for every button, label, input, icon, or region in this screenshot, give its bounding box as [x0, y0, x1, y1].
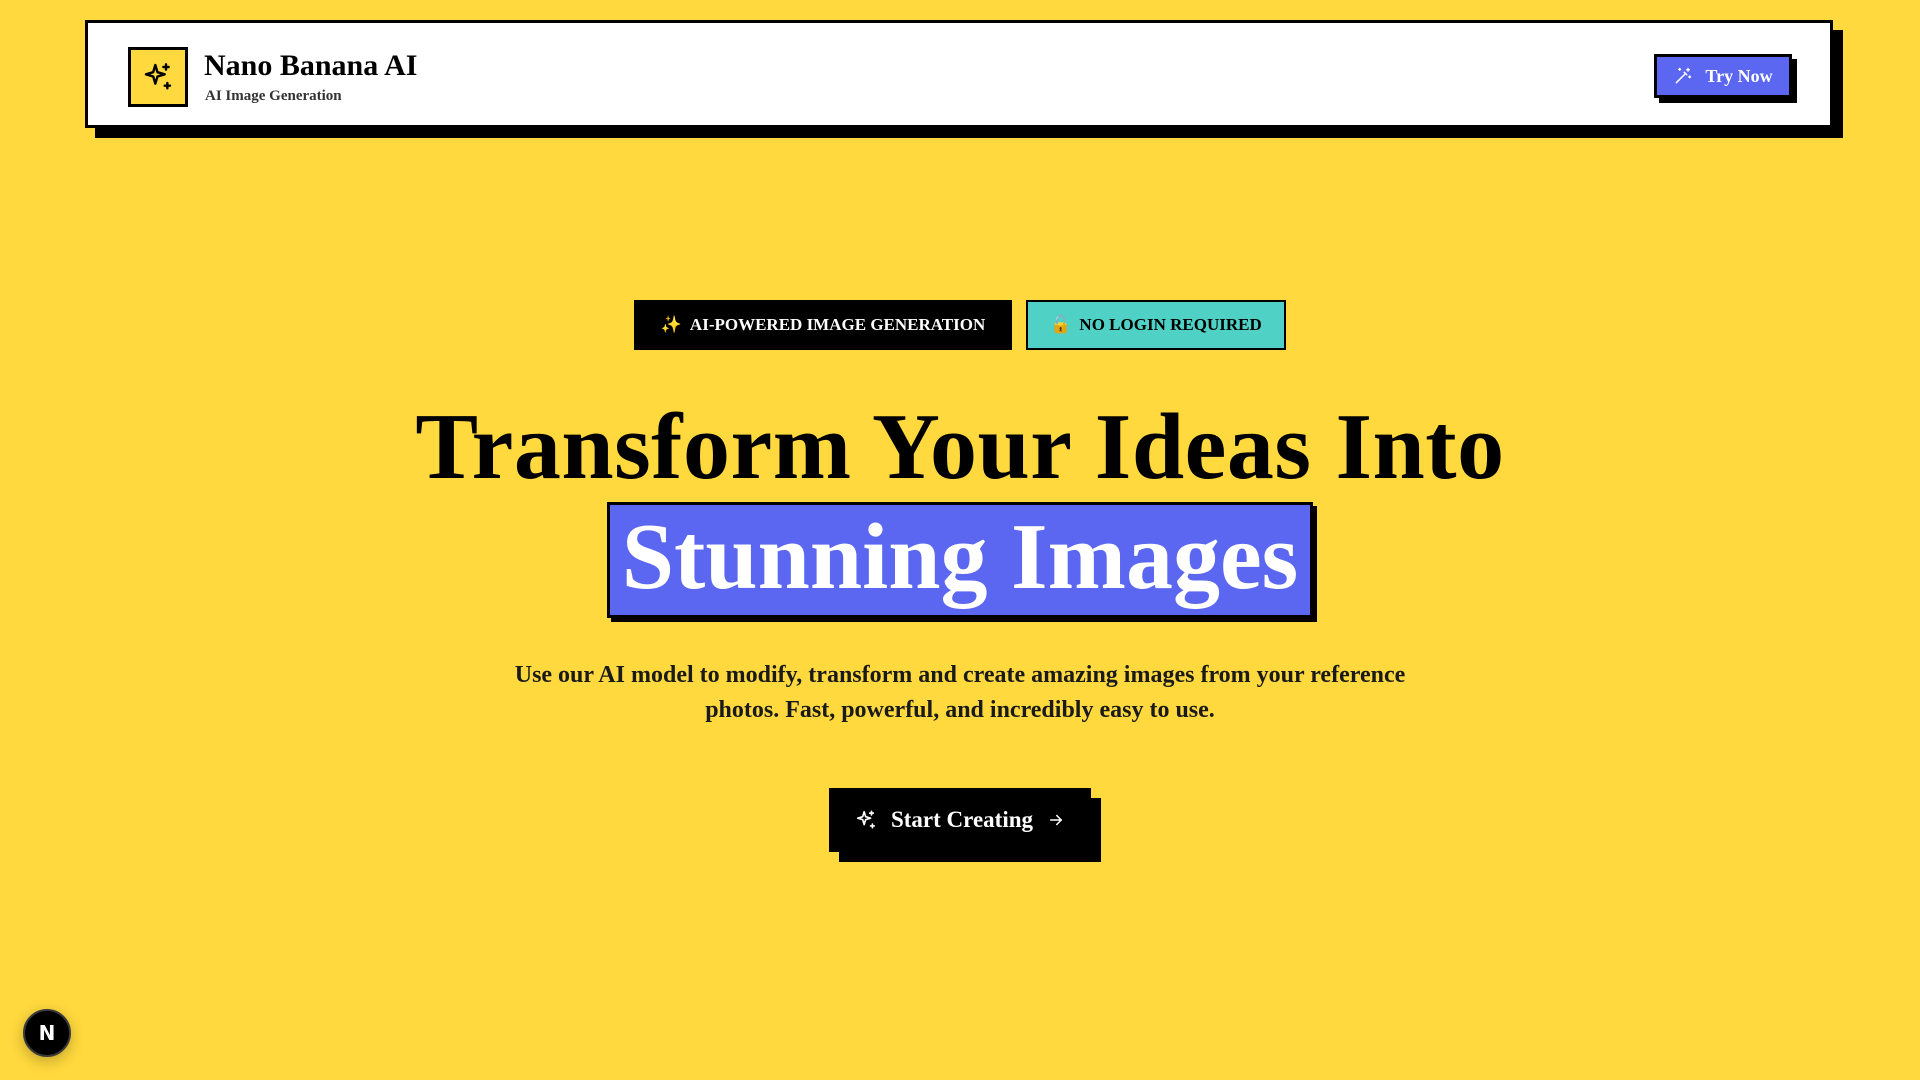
try-now-button[interactable]: Try Now	[1654, 54, 1792, 98]
arrow-right-icon	[1047, 811, 1065, 829]
nextjs-dev-indicator-icon[interactable]: N	[23, 1009, 71, 1057]
no-login-badge: 🔓 NO LOGIN REQUIRED	[1026, 300, 1286, 350]
no-login-badge-label: NO LOGIN REQUIRED	[1079, 315, 1262, 334]
site-header: Nano Banana AI AI Image Generation Try N…	[85, 20, 1833, 128]
ai-powered-badge: ✨ AI-POWERED IMAGE GENERATION	[634, 300, 1012, 350]
start-creating-label: Start Creating	[890, 807, 1034, 832]
brand-subtitle: AI Image Generation	[205, 88, 342, 104]
hero-badges: ✨ AI-POWERED IMAGE GENERATION 🔓 NO LOGIN…	[0, 300, 1920, 350]
unlock-emoji-icon: 🔓	[1050, 315, 1072, 335]
ai-powered-badge-label: AI-POWERED IMAGE GENERATION	[689, 315, 986, 334]
sparkles-icon	[855, 809, 877, 831]
logo-sparkles-icon[interactable]	[128, 47, 188, 107]
start-creating-button[interactable]: Start Creating	[829, 788, 1091, 852]
sparkles-emoji-icon: ✨	[660, 315, 682, 335]
hero-headline-highlight: Stunning Images	[606, 502, 1314, 618]
try-now-label: Try Now	[1705, 65, 1773, 86]
hero-headline: Transform Your Ideas Into	[415, 395, 1505, 499]
hero-description: Use our AI model to modify, transform an…	[514, 662, 1406, 723]
magic-wand-icon	[1673, 66, 1693, 86]
brand-name[interactable]: Nano Banana AI	[204, 51, 417, 81]
hero-headline-highlight-wrap: Stunning Images	[0, 502, 1920, 618]
